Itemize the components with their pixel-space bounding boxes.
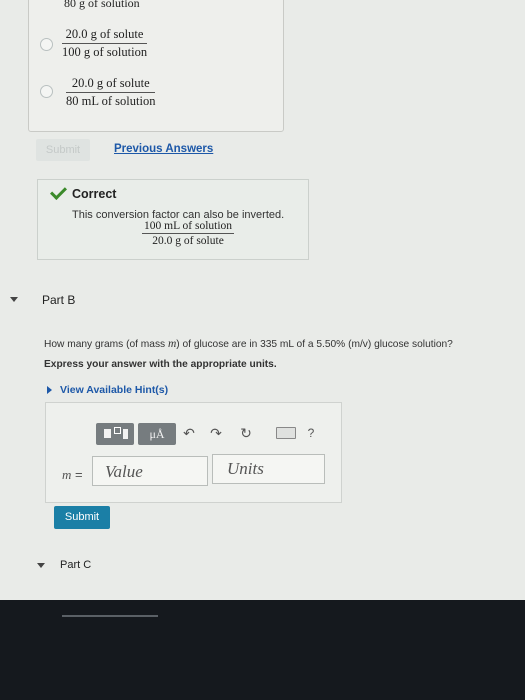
- view-hints-link[interactable]: View Available Hint(s): [60, 384, 168, 396]
- previous-answers-link[interactable]: Previous Answers: [114, 143, 213, 155]
- template-block-icon: [104, 429, 111, 438]
- template-bar-icon: [123, 429, 128, 439]
- hint-caret-icon[interactable]: [47, 386, 52, 394]
- feedback-fraction: 100 mL of solution 20.0 g of solute: [142, 220, 235, 247]
- choice-2-radio[interactable]: [40, 85, 53, 98]
- answer-entry-panel: [45, 402, 342, 503]
- keyboard-icon[interactable]: [276, 427, 296, 439]
- choice-2-numerator: 20.0 g of solute: [66, 76, 156, 93]
- feedback-denominator: 20.0 g of solute: [152, 235, 224, 247]
- part-c-title[interactable]: Part C: [60, 559, 91, 571]
- bottom-divider-line: [62, 615, 158, 617]
- part-b-question: How many grams (of mass m) of glucose ar…: [44, 338, 453, 350]
- help-button[interactable]: ?: [302, 424, 320, 442]
- templates-button[interactable]: [96, 423, 134, 445]
- choice-fragment: 80 g of solution: [64, 0, 140, 10]
- answer-variable: m: [62, 467, 72, 482]
- choice-1-denominator: 100 g of solution: [62, 45, 148, 59]
- checkmark-icon: [50, 183, 67, 200]
- feedback-panel: Correct This conversion factor can also …: [37, 179, 309, 260]
- part-b-collapse-caret-icon[interactable]: [10, 297, 18, 302]
- units-button[interactable]: μÅ: [138, 423, 176, 445]
- undo-icon[interactable]: ↶: [180, 424, 198, 442]
- answer-variable-label: m =: [62, 467, 83, 483]
- part-b-title[interactable]: Part B: [42, 293, 75, 307]
- part-a-submit-button[interactable]: Submit: [36, 139, 90, 161]
- reset-icon[interactable]: ↻: [237, 424, 255, 442]
- feedback-title: Correct: [72, 187, 117, 201]
- choice-1-radio[interactable]: [40, 38, 53, 51]
- choice-1-fraction[interactable]: 20.0 g of solute 100 g of solution: [62, 27, 148, 60]
- answer-choices-panel: [28, 0, 284, 132]
- redo-icon[interactable]: ↷: [207, 424, 225, 442]
- part-b-submit-button[interactable]: Submit: [54, 506, 110, 529]
- template-square-icon: [114, 427, 121, 434]
- part-c-collapse-caret-icon[interactable]: [37, 563, 45, 568]
- choice-2-fraction[interactable]: 20.0 g of solute 80 mL of solution: [66, 76, 156, 109]
- value-input[interactable]: Value: [92, 456, 208, 486]
- feedback-numerator: 100 mL of solution: [142, 220, 235, 234]
- part-b-instruction: Express your answer with the appropriate…: [44, 359, 277, 370]
- choice-2-denominator: 80 mL of solution: [66, 94, 156, 108]
- question-suffix: ) of glucose are in 335 mL of a 5.50% (m…: [176, 339, 453, 350]
- question-prefix: How many grams (of mass: [44, 339, 168, 350]
- choice-1-numerator: 20.0 g of solute: [62, 27, 148, 44]
- units-input[interactable]: Units: [212, 454, 325, 484]
- answer-equals: =: [71, 467, 83, 482]
